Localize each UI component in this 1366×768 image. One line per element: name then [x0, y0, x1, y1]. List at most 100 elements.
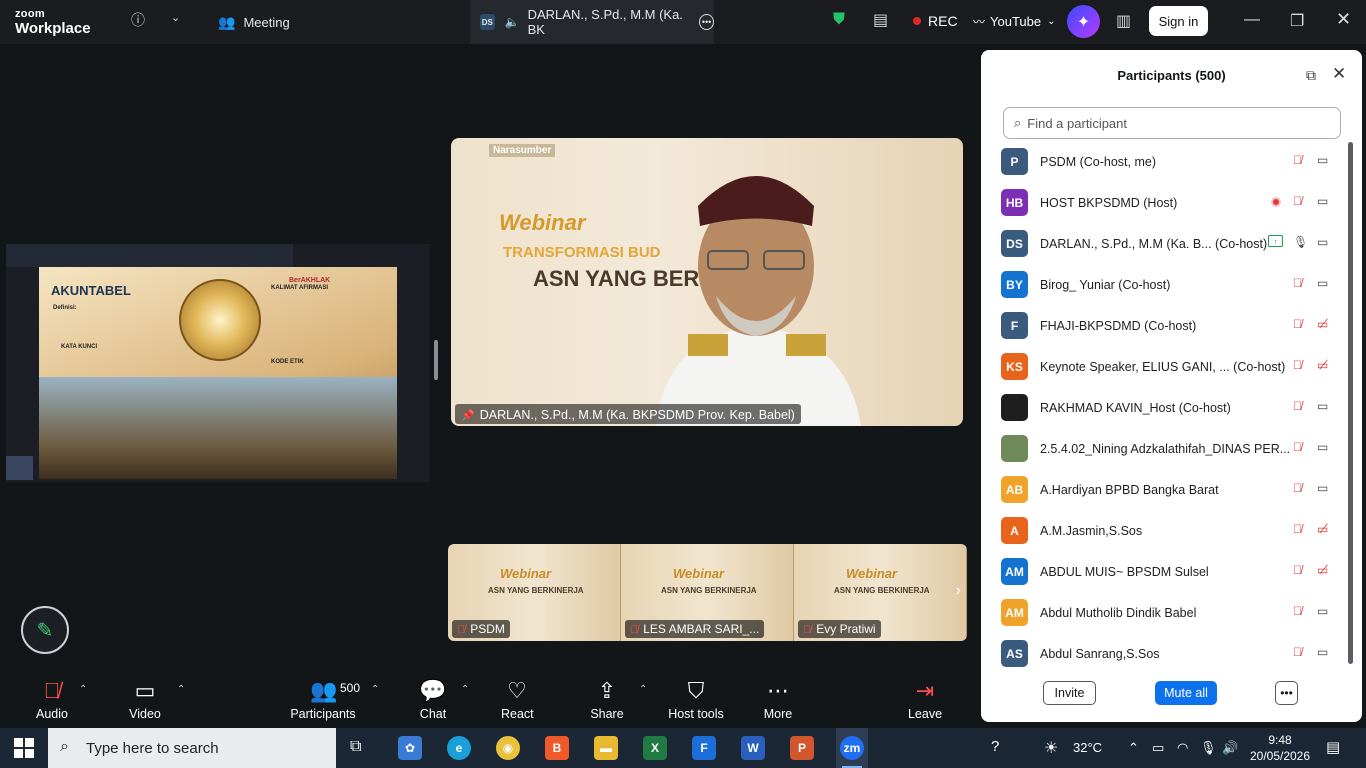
excel-icon[interactable]: X [643, 736, 667, 760]
camera-icon[interactable]: ▭ [1317, 645, 1328, 659]
participant-row[interactable]: A A.M.Jasmin,S.Sos 🎙̸ ▭̸ [981, 510, 1353, 551]
camera-off-icon[interactable]: ▭̸ [1317, 522, 1328, 536]
participant-row[interactable]: AM ABDUL MUIS~ BPSDM Sulsel 🎙̸ ▭̸ [981, 551, 1353, 592]
mic-muted-icon[interactable]: 🎙̸ [1293, 194, 1302, 208]
youtube-stream[interactable]: 〰 YouTube ⌄ [973, 13, 1056, 30]
chevron-right-icon[interactable]: › [956, 582, 961, 600]
windows-start-icon[interactable] [14, 738, 34, 758]
mic-muted-icon[interactable]: 🎙̸ [1293, 440, 1302, 454]
weather-icon[interactable]: ☀ [1044, 738, 1058, 758]
participant-row[interactable]: HB HOST BKPSDMD (Host) 🎙̸ ▭ [981, 182, 1353, 223]
video-button[interactable]: ▭ Video [126, 678, 164, 721]
resize-handle[interactable] [434, 340, 438, 380]
mic-muted-icon[interactable]: 🎙̸ [1293, 481, 1302, 495]
mic-muted-icon[interactable]: 🎙̸ [1293, 153, 1302, 167]
mic-muted-icon[interactable]: 🎙̸ [1293, 317, 1302, 331]
participant-row[interactable]: 2.5.4.02_Nining Adzkalathifah_DINAS PER.… [981, 428, 1353, 469]
mic-icon[interactable]: 🎙 [1293, 235, 1308, 249]
camera-off-icon[interactable]: ▭̸ [1317, 317, 1328, 331]
tab-meeting[interactable]: 👥 Meeting [218, 0, 290, 44]
more-options-icon[interactable]: ••• [699, 14, 714, 30]
participant-row[interactable]: BY Birog_ Yuniar (Co-host) 🎙̸ ▭ [981, 264, 1353, 305]
word-icon[interactable]: W [741, 736, 765, 760]
popout-icon[interactable]: ⧉ [1306, 67, 1316, 84]
camera-icon[interactable]: ▭ [1317, 276, 1328, 290]
video-thumb[interactable]: Webinar ASN YANG BERKINERJA 🎙̸ Evy Pratiw… [794, 544, 967, 641]
participant-row[interactable]: P PSDM (Co-host, me) 🎙̸ ▭ [981, 141, 1353, 182]
host-tools-button[interactable]: ⛉ Host tools [666, 678, 726, 721]
battery-icon[interactable]: ▭ [1152, 740, 1164, 756]
camera-icon[interactable]: ▭ [1317, 440, 1328, 454]
share-button[interactable]: ⇪ Share [590, 678, 624, 721]
chrome-icon[interactable]: ◉ [496, 736, 520, 760]
chevron-up-icon[interactable]: ⌃ [371, 684, 379, 695]
chat-button[interactable]: 💬 Chat [418, 678, 448, 721]
more-button[interactable]: ⋯ More [762, 678, 794, 721]
mic-muted-icon[interactable]: 🎙̸ [1293, 522, 1302, 536]
zoom-app-icon[interactable]: zm [840, 736, 864, 760]
active-speaker-video[interactable]: Narasumber Webinar TRANSFORMASI BUD ASN … [451, 138, 963, 426]
mic-muted-icon[interactable]: 🎙̸ [1293, 563, 1302, 577]
participant-row[interactable]: RAKHMAD KAVIN_Host (Co-host) 🎙̸ ▭ [981, 387, 1353, 428]
taskbar-search-input[interactable]: ⌕ Type here to search [48, 728, 336, 768]
react-button[interactable]: ♡ React [501, 678, 534, 721]
recording-indicator[interactable]: REC [913, 13, 958, 29]
notifications-icon[interactable]: ▤ [1326, 738, 1340, 756]
edge-icon[interactable]: e [447, 736, 471, 760]
help-icon[interactable]: ? [991, 738, 999, 755]
camera-icon[interactable]: ▭ [1317, 153, 1328, 167]
mic-muted-icon[interactable]: 🎙̸ [1293, 358, 1302, 372]
participant-row[interactable]: DS DARLAN., S.Pd., M.M (Ka. B... (Co-host… [981, 223, 1353, 264]
chevron-up-icon[interactable]: ⌃ [639, 684, 647, 695]
mic-muted-icon[interactable]: 🎙̸ [1293, 399, 1302, 413]
camera-icon[interactable]: ▭ [1317, 399, 1328, 413]
camera-icon[interactable]: ▭ [1317, 604, 1328, 618]
mic-muted-icon[interactable]: 🎙̸ [1293, 645, 1302, 659]
participant-row[interactable]: F FHAJI-BKPSDMD (Co-host) 🎙̸ ▭̸ [981, 305, 1353, 346]
leave-button[interactable]: ⇥ Leave [906, 678, 944, 721]
shield-icon[interactable]: ⛊ [833, 11, 845, 29]
minimize-icon[interactable]: — [1244, 11, 1260, 29]
ai-companion-icon[interactable]: ✦ [1067, 5, 1100, 38]
scrollbar[interactable] [1348, 142, 1353, 664]
powerpoint-icon[interactable]: P [790, 736, 814, 760]
app-icon-blue[interactable]: F [692, 736, 716, 760]
volume-icon[interactable]: 🔊 [1222, 740, 1238, 756]
participant-row[interactable]: AM Abdul Mutholib Dindik Babel 🎙̸ ▭ [981, 592, 1353, 633]
mic-muted-icon[interactable]: 🎙̸ [1293, 604, 1302, 618]
audio-button[interactable]: 🎙̸ Audio [34, 678, 70, 721]
video-thumb[interactable]: Webinar ASN YANG BERKINERJA 🎙̸ LES AMBAR … [621, 544, 794, 641]
mute-all-button[interactable]: Mute all [1155, 681, 1217, 705]
participant-row[interactable]: AB A.Hardiyan BPBD Bangka Barat 🎙̸ ▭ [981, 469, 1353, 510]
participant-search-input[interactable]: ⌕ Find a participant [1003, 107, 1341, 139]
file-explorer-icon[interactable]: ▬ [594, 736, 618, 760]
chevron-up-icon[interactable]: ⌃ [79, 684, 87, 695]
close-icon[interactable]: ✕ [1336, 9, 1351, 30]
close-icon[interactable]: ✕ [1332, 64, 1346, 84]
chevron-down-icon[interactable]: ⌄ [171, 11, 180, 24]
camera-off-icon[interactable]: ▭̸ [1317, 563, 1328, 577]
temperature[interactable]: 32°C [1073, 740, 1102, 755]
mic-icon[interactable]: 🎙 [1200, 740, 1217, 756]
restore-icon[interactable]: ❐ [1290, 11, 1304, 31]
layout-icon[interactable]: ▥ [1116, 11, 1131, 31]
app-icon-paint[interactable]: ✿ [398, 736, 422, 760]
video-thumb[interactable]: Webinar ASN YANG BERKINERJA 🎙̸ PSDM [448, 544, 621, 641]
mic-muted-icon[interactable]: 🎙̸ [1293, 276, 1302, 290]
invite-button[interactable]: Invite [1043, 681, 1096, 705]
more-options-button[interactable]: ••• [1275, 681, 1298, 705]
camera-off-icon[interactable]: ▭̸ [1317, 358, 1328, 372]
camera-icon[interactable]: ▭ [1317, 235, 1328, 249]
info-icon[interactable]: ⓘ [131, 10, 145, 30]
sign-in-button[interactable]: Sign in [1149, 6, 1208, 36]
chevron-up-icon[interactable]: ⌃ [177, 684, 185, 695]
participant-row[interactable]: AS Abdul Sanrang,S.Sos 🎙̸ ▭ [981, 633, 1353, 674]
chevron-up-icon[interactable]: ⌃ [461, 684, 469, 695]
annotate-pencil-icon[interactable]: ✎ [21, 606, 69, 654]
chevron-up-icon[interactable]: ⌃ [1128, 740, 1139, 756]
camera-icon[interactable]: ▭ [1317, 194, 1328, 208]
wifi-icon[interactable]: ◠ [1177, 740, 1188, 756]
brave-icon[interactable]: B [545, 736, 569, 760]
participant-row[interactable]: KS Keynote Speaker, ELIUS GANI, ... (Co-h… [981, 346, 1353, 387]
notes-icon[interactable]: ▤ [873, 10, 888, 30]
